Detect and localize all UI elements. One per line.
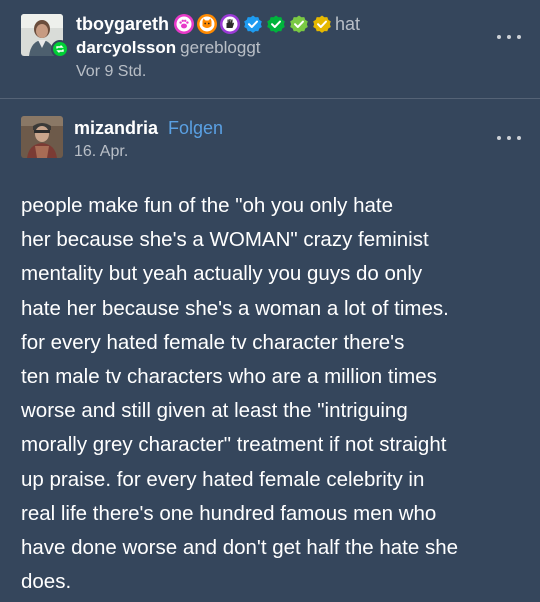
- author-avatar-image: [21, 116, 63, 158]
- post-header-line: mizandria Folgen: [74, 116, 223, 140]
- reblog-header: tboygareth hat darcyolsson gerebloggt Vo…: [0, 0, 540, 95]
- dot-icon: [497, 136, 501, 140]
- post-card: tboygareth hat darcyolsson gerebloggt Vo…: [0, 0, 540, 602]
- verified-lime-badge-icon[interactable]: [289, 14, 309, 34]
- post-text-line: hate her because she's a woman a lot of …: [21, 296, 449, 320]
- cat-badge-icon[interactable]: [197, 14, 218, 34]
- post-text-line: mentality but yeah actually you guys do …: [21, 262, 423, 286]
- author-username[interactable]: mizandria: [74, 118, 158, 139]
- reblog-icon: [51, 40, 69, 58]
- post-text-line: people make fun of the "oh you only hate: [21, 194, 393, 217]
- hat-label: hat: [335, 13, 361, 34]
- verified-green-badge-icon[interactable]: [266, 14, 286, 34]
- post-text-line: morally grey character" treatment if not…: [21, 433, 447, 457]
- post-text-line: real life there's one hundred famous men…: [21, 501, 437, 525]
- reblog-more-options-button[interactable]: [497, 30, 521, 44]
- header-divider: [0, 98, 540, 99]
- reblogger-username[interactable]: tboygareth: [76, 14, 169, 35]
- paw-badge-icon[interactable]: [174, 14, 195, 34]
- post-more-options-button[interactable]: [497, 131, 521, 145]
- reblog-source-line: darcyolsson gerebloggt: [76, 38, 261, 58]
- verified-blue-badge-icon[interactable]: [243, 14, 263, 34]
- dot-icon: [507, 136, 511, 140]
- post-text-line: does.: [21, 570, 72, 594]
- post-text-line: her because she's a WOMAN" crazy feminis…: [21, 228, 429, 252]
- reblog-header-line: tboygareth hat: [76, 12, 360, 36]
- dot-icon: [497, 35, 501, 39]
- post-body: people make fun of the "oh you only hate…: [21, 189, 521, 599]
- hand-badge-icon[interactable]: [220, 14, 241, 34]
- reblog-action-label: gerebloggt: [180, 38, 261, 57]
- post-text-line: up praise. for every hated female celebr…: [21, 467, 425, 491]
- dot-icon: [507, 35, 511, 39]
- post-text-line: worse and still given at least the "intr…: [21, 399, 408, 423]
- post-date[interactable]: 16. Apr.: [74, 143, 128, 161]
- post-text-line: ten male tv characters who are a million…: [21, 365, 437, 389]
- author-avatar[interactable]: [21, 116, 63, 158]
- dot-icon: [517, 136, 521, 140]
- follow-button[interactable]: Folgen: [168, 118, 223, 139]
- dot-icon: [517, 35, 521, 39]
- post-text-line: for every hated female tv character ther…: [21, 330, 405, 354]
- badge-row[interactable]: [171, 14, 332, 34]
- reblog-source-username[interactable]: darcyolsson: [76, 38, 176, 57]
- reblog-timestamp[interactable]: Vor 9 Std.: [76, 63, 146, 81]
- post-text-line: have done worse and don't get half the h…: [21, 536, 459, 560]
- verified-yellow-badge-icon[interactable]: [312, 14, 332, 34]
